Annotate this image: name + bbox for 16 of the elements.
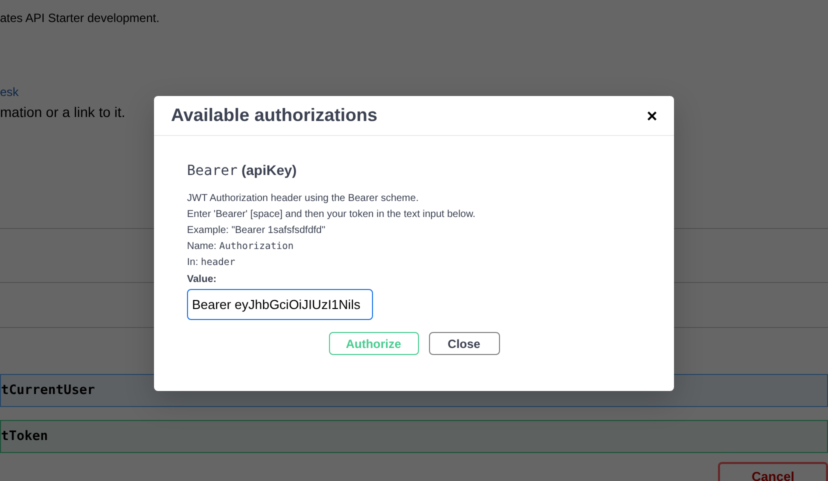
- description-line: Enter 'Bearer' [space] and then your token in the text input below.: [187, 208, 476, 222]
- contact-text: mation or a link to it.: [0, 104, 126, 122]
- description-line: JWT Authorization header using the Bearer scheme.: [187, 192, 420, 206]
- value-input[interactable]: Bearer eyJhbGciOiJIUzI1Nils: [187, 289, 373, 320]
- description-line: Example: "Bearer 1safsfsdfdfd": [187, 224, 326, 238]
- contact-link[interactable]: esk: [0, 85, 19, 101]
- field-line: Name: Authorization: [187, 240, 295, 254]
- field-line: In: header: [187, 256, 236, 270]
- scheme-title: Bearer (apiKey): [187, 162, 298, 179]
- description-text: ates API Starter development.: [0, 11, 160, 27]
- operation-row[interactable]: tToken: [0, 420, 828, 453]
- close-button[interactable]: Close: [428, 332, 500, 355]
- cancel-button[interactable]: Cancel: [718, 462, 828, 481]
- authorize-button[interactable]: Authorize: [328, 332, 418, 355]
- value-label: Value:: [187, 273, 218, 287]
- dialog-title: Available authorizations: [171, 105, 378, 126]
